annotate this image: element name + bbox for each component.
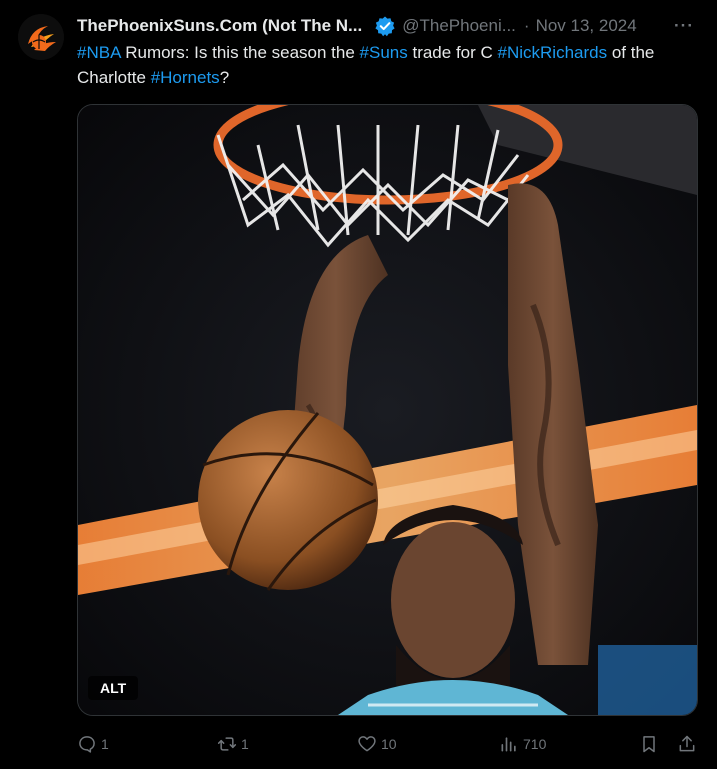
- tweet-text-segment: Rumors: Is this the season the: [120, 43, 360, 62]
- basketball-dunk-photo: [78, 105, 697, 715]
- tweet-actions: 1 1 10 710: [77, 730, 702, 758]
- tweet-text-segment: trade for C: [407, 43, 498, 62]
- reply-count: 1: [101, 736, 109, 752]
- analytics-icon: [501, 737, 516, 752]
- like-button[interactable]: 10: [357, 730, 397, 758]
- hashtag-link[interactable]: #Hornets: [151, 68, 220, 87]
- hashtag-link[interactable]: #NickRichards: [498, 43, 608, 62]
- author-handle[interactable]: @ThePhoeni...: [402, 16, 516, 36]
- share-icon: [679, 735, 695, 752]
- retweet-count: 1: [241, 736, 249, 752]
- author-display-name[interactable]: ThePhoenixSuns.Com (Not The N...: [77, 16, 362, 36]
- view-count: 710: [523, 736, 547, 752]
- reply-icon: [79, 736, 95, 753]
- share-button[interactable]: [677, 730, 697, 758]
- separator-dot: ·: [523, 16, 530, 35]
- hashtag-link[interactable]: #NBA: [77, 43, 120, 62]
- tweet-header: ThePhoenixSuns.Com (Not The N... @ThePho…: [77, 14, 702, 38]
- heart-icon: [358, 736, 376, 752]
- avatar[interactable]: [18, 14, 64, 60]
- views-button[interactable]: 710: [499, 730, 546, 758]
- suns-logo-icon: [18, 14, 64, 60]
- more-options-button[interactable]: ···: [674, 16, 694, 36]
- alt-text-button[interactable]: ALT: [88, 676, 139, 700]
- verified-badge-icon[interactable]: [374, 15, 396, 37]
- retweet-button[interactable]: 1: [217, 730, 249, 758]
- reply-button[interactable]: 1: [77, 730, 109, 758]
- tweet-text: #NBA Rumors: Is this the season the #Sun…: [77, 40, 697, 90]
- bookmark-button[interactable]: [639, 730, 659, 758]
- tweet[interactable]: ThePhoenixSuns.Com (Not The N... @ThePho…: [0, 0, 717, 769]
- like-count: 10: [381, 736, 397, 752]
- bookmark-icon: [643, 736, 655, 753]
- tweet-text-segment: ?: [219, 68, 230, 87]
- hashtag-link[interactable]: #Suns: [360, 43, 408, 62]
- tweet-date[interactable]: Nov 13, 2024: [536, 16, 637, 36]
- retweet-icon: [217, 737, 237, 751]
- tweet-image[interactable]: [77, 104, 698, 716]
